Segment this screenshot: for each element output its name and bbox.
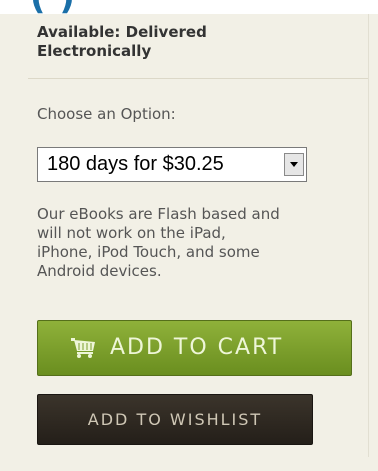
availability-status: Available: Delivered Electronically xyxy=(37,23,337,61)
compatibility-notice: Our eBooks are Flash based and will not … xyxy=(37,205,363,281)
add-to-cart-label: ADD TO CART xyxy=(110,335,284,360)
notice-line-1: Our eBooks are Flash based and xyxy=(37,205,280,223)
availability-line-1: Available: Delivered xyxy=(37,23,207,41)
shopping-cart-icon xyxy=(71,338,95,358)
notice-line-2: will not work on the iPad, xyxy=(37,224,226,242)
add-to-wishlist-button[interactable]: ADD TO WISHLIST xyxy=(37,394,313,445)
add-to-wishlist-label: ADD TO WISHLIST xyxy=(87,410,263,429)
availability-line-2: Electronically xyxy=(37,42,152,60)
header-title-fragment: ( ) xyxy=(0,0,378,14)
notice-line-3: iPhone, iPod Touch, and some xyxy=(37,243,260,261)
rental-option-select[interactable]: 180 days for $30.25 xyxy=(37,147,307,182)
purchase-panel: Available: Delivered Electronically Choo… xyxy=(0,14,369,457)
option-label: Choose an Option: xyxy=(37,105,176,123)
notice-line-4: Android devices. xyxy=(37,262,162,280)
header-title-text: ( ) xyxy=(30,0,76,14)
rental-option-value: 180 days for $30.25 xyxy=(47,153,224,175)
section-divider xyxy=(28,78,368,79)
chevron-down-icon[interactable] xyxy=(284,153,304,176)
add-to-cart-button[interactable]: ADD TO CART xyxy=(37,320,352,376)
